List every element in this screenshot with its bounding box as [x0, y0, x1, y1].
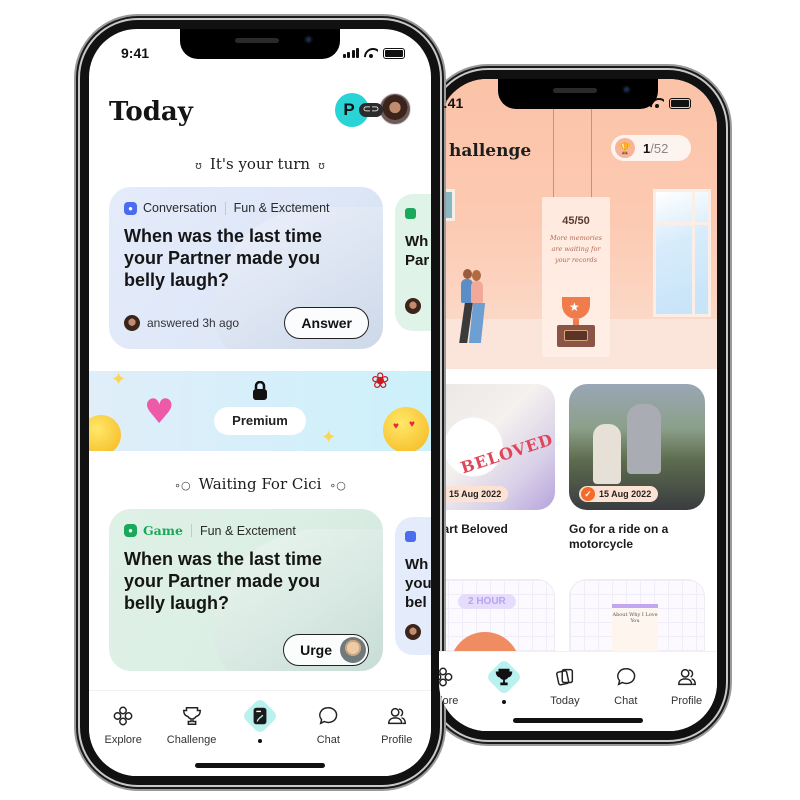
notch — [498, 79, 658, 109]
heart-emoji: ♥ — [144, 392, 175, 432]
battery-icon — [383, 47, 405, 59]
question-card[interactable]: ● Conversation Fun & Exctement When was … — [109, 187, 383, 349]
premium-banner[interactable]: ✦ ♥ ✦ ❀ ♥ ♥ Premium — [89, 371, 431, 451]
sparkle-emoji: ✦ — [111, 371, 127, 390]
lock-icon — [252, 380, 268, 406]
profile-icon — [670, 660, 704, 694]
rose-emoji: ❀ — [371, 371, 390, 394]
notch — [180, 29, 340, 59]
today-cards-icon — [548, 660, 582, 694]
wifi-icon — [364, 48, 378, 58]
active-dot — [257, 739, 262, 743]
status-time: 9:41 — [121, 45, 150, 61]
wall-picture — [439, 189, 455, 221]
challenge-hero-illustration: 45/50 More memories are waiting for your… — [439, 79, 717, 369]
chat-icon — [311, 699, 345, 733]
tab-profile[interactable]: Profile — [367, 699, 427, 776]
card-meta: ● Conversation Fun & Exctement — [124, 201, 369, 215]
heart-eyes-emoji — [383, 407, 429, 451]
page-title: Today — [109, 97, 193, 127]
grinning-emoji — [89, 415, 121, 451]
challenge-progress-banner[interactable]: 45/50 More memories are waiting for your… — [542, 197, 610, 357]
dots-icon: ∘○ — [174, 479, 191, 492]
urge-button[interactable]: Urge — [283, 634, 369, 666]
today-phone-mockup: 9:41 Today P ⊂⊃ ʊ It's your turn ʊ ● Conve… — [80, 20, 440, 785]
challenge-count-badge[interactable]: 🏆 1/52 — [611, 135, 691, 161]
answer-status: answered 3h ago — [124, 315, 239, 331]
trophy-icon — [487, 660, 521, 694]
couple-illustration — [457, 267, 493, 347]
home-indicator — [195, 763, 325, 768]
card-tag: Fun & Exctement — [233, 201, 330, 215]
answer-button[interactable]: Answer — [284, 307, 369, 339]
partner-mini-avatar — [124, 315, 140, 331]
card-question: When was the last time your Partner made… — [124, 226, 323, 290]
partner-mini-avatar — [405, 298, 421, 314]
chat-icon — [609, 660, 643, 694]
card-category: Conversation — [143, 201, 217, 215]
card-tag: Fun & Exctement — [199, 523, 296, 538]
memory-title: 's start Beloved — [439, 522, 508, 536]
challenge-message: More memories are waiting for your recor… — [549, 234, 603, 264]
dots-icon: ∘○ — [329, 479, 346, 492]
hands-icon: ʊ — [195, 159, 202, 172]
partner-avatar — [379, 93, 411, 125]
profile-icon — [380, 699, 414, 733]
premium-button[interactable]: Premium — [214, 407, 306, 435]
explore-icon — [439, 660, 460, 694]
trophy-icon: 🏆 — [615, 138, 635, 158]
tab-profile[interactable]: Profile — [657, 660, 717, 731]
game-icon: ● — [124, 524, 137, 537]
next-card-peek[interactable]: Wh you bel — [395, 517, 431, 655]
memory-title: Go for a ride on a motorcycle — [569, 522, 669, 551]
challenge-screen: :41 45/50 More memories are waiting for … — [439, 79, 717, 731]
status-time: :41 — [443, 95, 464, 111]
your-turn-heading: ʊ It's your turn ʊ — [195, 155, 325, 173]
game-icon — [405, 208, 416, 219]
card-question: When was the last time your Partner made… — [124, 549, 323, 613]
page-title: hallenge — [449, 141, 532, 161]
beloved-card-image: BELOVED ✓15 Aug 2022 — [439, 384, 555, 510]
tab-explore[interactable]: Explore — [93, 699, 153, 776]
motorcycle-photo: ✓ 15 Aug 2022 — [569, 384, 705, 510]
duration-chip: 2 HOUR — [458, 594, 516, 609]
signal-icon — [342, 48, 359, 58]
challenge-score: 45/50 — [562, 215, 590, 227]
active-dot — [502, 700, 507, 704]
chat-bubble-icon — [405, 531, 416, 542]
partner-avatar — [340, 637, 366, 663]
challenge-phone-mockup: :41 45/50 More memories are waiting for … — [430, 70, 726, 740]
today-screen: 9:41 Today P ⊂⊃ ʊ It's your turn ʊ ● Conve… — [89, 29, 431, 776]
battery-icon — [669, 97, 691, 109]
card-category: Game — [143, 523, 183, 538]
date-chip: ✓15 Aug 2022 — [579, 486, 659, 502]
hands-icon: ʊ — [318, 159, 325, 172]
partner-pair-avatars[interactable]: P ⊂⊃ — [335, 93, 411, 127]
waiting-heading: ∘○ Waiting For Cici ∘○ — [174, 475, 346, 493]
trophy-illustration: ★ — [554, 297, 598, 347]
memory-card[interactable]: ✓ 15 Aug 2022 Go for a ride on a motorcyc… — [569, 384, 705, 552]
trophy-icon — [175, 699, 209, 733]
challenge-total: /52 — [650, 140, 669, 156]
date-chip: ✓15 Aug 2022 — [439, 486, 509, 502]
question-card[interactable]: ● Game Fun & Exctement When was the last… — [109, 509, 383, 671]
memory-card[interactable]: BELOVED ✓15 Aug 2022 's start Beloved — [439, 384, 555, 552]
tab-explore[interactable]: xplore — [439, 660, 473, 731]
partner-mini-avatar — [405, 624, 421, 640]
memory-grid: BELOVED ✓15 Aug 2022 's start Beloved ✓1… — [439, 384, 705, 552]
next-card-peek[interactable]: Wh Par — [395, 194, 431, 331]
explore-icon — [106, 699, 140, 733]
card-meta: ● Game Fun & Exctement — [124, 523, 369, 538]
window-illustration — [653, 189, 711, 317]
check-icon: ✓ — [581, 487, 595, 501]
sparkle-emoji: ✦ — [321, 427, 337, 448]
today-card-icon — [243, 699, 277, 733]
home-indicator — [513, 718, 643, 723]
chat-bubble-icon: ● — [124, 201, 137, 215]
link-icon: ⊂⊃ — [359, 103, 383, 117]
